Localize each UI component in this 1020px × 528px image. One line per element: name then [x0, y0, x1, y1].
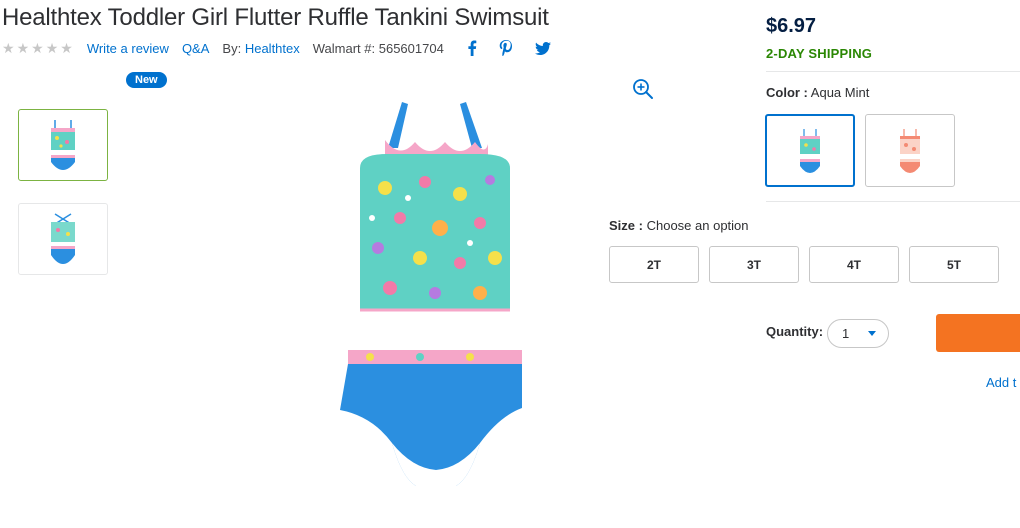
add-to-list-link[interactable]: Add t: [986, 375, 1016, 390]
divider: [766, 71, 1020, 72]
color-label: Color : Aqua Mint: [766, 85, 869, 100]
star-icon: ★: [31, 40, 44, 56]
size-option-2t[interactable]: 2T: [609, 246, 699, 283]
size-label-title: Size :: [609, 218, 643, 233]
color-swatch-coral[interactable]: [865, 114, 955, 187]
size-option-5t[interactable]: 5T: [909, 246, 999, 283]
size-option-3t[interactable]: 3T: [709, 246, 799, 283]
brand-info: By: Healthtex: [222, 41, 299, 56]
chevron-down-icon: [868, 331, 876, 336]
star-icon: ★: [60, 40, 73, 56]
quantity-label: Quantity:: [766, 324, 824, 339]
add-to-cart-button[interactable]: [936, 314, 1020, 352]
brand-link[interactable]: Healthtex: [245, 41, 300, 56]
pinterest-icon[interactable]: [499, 40, 513, 56]
star-icon: ★: [2, 40, 15, 56]
walmart-number-value: 565601704: [378, 40, 444, 56]
coral-swatch-image: [900, 128, 920, 173]
color-value: Aqua Mint: [810, 85, 870, 100]
size-placeholder: Choose an option: [646, 218, 749, 233]
quantity-value: 1: [842, 326, 850, 341]
zoom-in-icon[interactable]: [632, 78, 654, 105]
social-share: [467, 40, 551, 56]
swimsuit-thumbnail-image: [51, 120, 75, 170]
color-swatch-aqua-mint[interactable]: [765, 114, 855, 187]
rating-stars[interactable]: ★ ★ ★ ★ ★: [2, 41, 73, 55]
product-title: Healthtex Toddler Girl Flutter Ruffle Ta…: [2, 4, 549, 31]
main-product-image[interactable]: [330, 98, 540, 490]
by-label: By:: [222, 40, 242, 56]
thumbnail-1[interactable]: [18, 109, 108, 181]
size-option-4t[interactable]: 4T: [809, 246, 899, 283]
thumbnail-2[interactable]: [18, 203, 108, 275]
divider: [766, 201, 1020, 202]
size-label: Size : Choose an option: [609, 218, 749, 233]
star-icon: ★: [45, 40, 59, 56]
quantity-select[interactable]: 1: [827, 319, 889, 348]
qa-link[interactable]: Q&A: [182, 41, 209, 56]
new-badge: New: [126, 72, 167, 88]
write-review-link[interactable]: Write a review: [87, 41, 169, 56]
product-meta-row: ★ ★ ★ ★ ★ Write a review Q&A By: Healtht…: [2, 40, 551, 56]
walmart-number: Walmart #: 565601704: [313, 41, 444, 56]
color-label-title: Color :: [766, 85, 808, 100]
walmart-number-label: Walmart #:: [312, 40, 376, 56]
price: $6.97: [766, 15, 817, 37]
swimsuit-back-thumbnail-image: [51, 213, 75, 264]
facebook-icon[interactable]: [467, 40, 477, 56]
shipping-badge: 2-DAY SHIPPING: [766, 46, 873, 61]
star-icon: ★: [16, 40, 30, 56]
twitter-icon[interactable]: [534, 41, 551, 55]
aqua-mint-swatch-image: [800, 128, 820, 173]
